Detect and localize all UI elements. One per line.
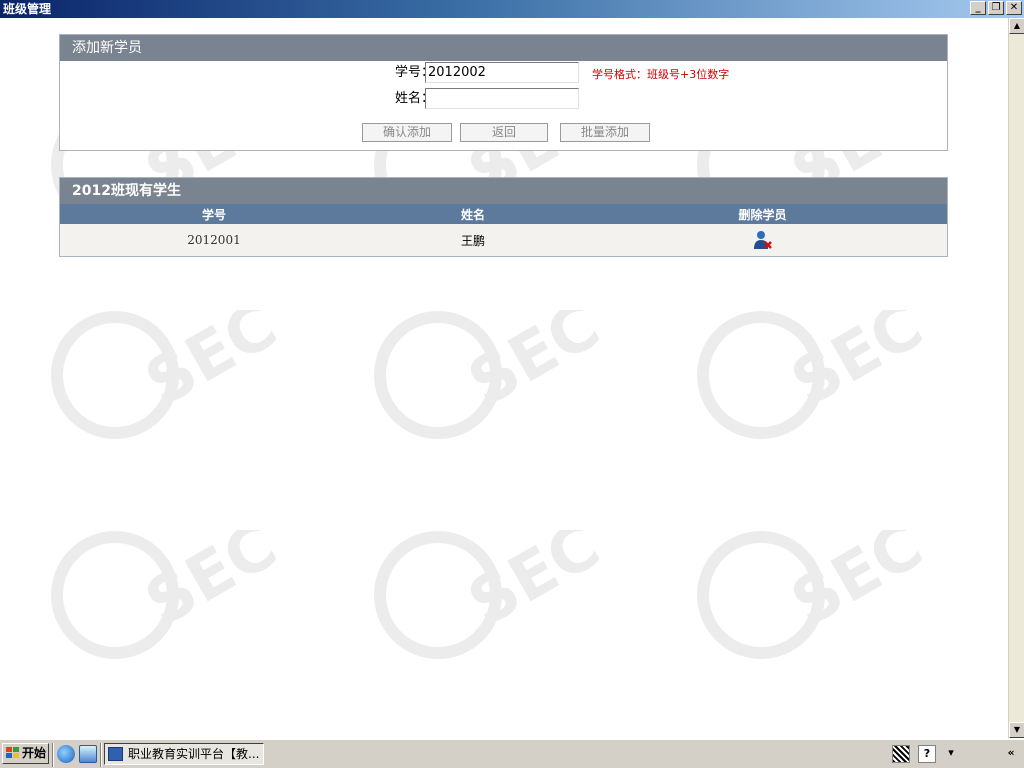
expand-tray-icon[interactable]: « bbox=[1002, 745, 1020, 763]
svg-text:SEC: SEC bbox=[134, 310, 280, 421]
delete-cell bbox=[578, 224, 947, 256]
confirm-add-button[interactable]: 确认添加 bbox=[362, 123, 452, 142]
taskbar-separator bbox=[52, 743, 54, 767]
internet-explorer-icon[interactable] bbox=[57, 745, 75, 763]
watermark-logo: SEC bbox=[374, 530, 603, 659]
windows-logo-icon bbox=[6, 747, 20, 760]
delete-user-icon[interactable] bbox=[753, 230, 773, 250]
column-header-student-id: 学号 bbox=[60, 204, 368, 224]
student-id-hint: 学号格式：班级号+3位数字 bbox=[592, 68, 730, 81]
taskbar-separator bbox=[100, 743, 102, 767]
taskbar-window-label: 职业教育实训平台【教... bbox=[128, 747, 260, 761]
show-desktop-icon[interactable] bbox=[79, 745, 97, 763]
svg-text:SEC: SEC bbox=[780, 530, 926, 641]
window-title: 班级管理 bbox=[3, 2, 52, 16]
scroll-up-button[interactable]: ▲ bbox=[1009, 18, 1024, 34]
student-table: 学号 姓名 删除学员 2012001 王鹏 bbox=[60, 204, 947, 256]
add-student-panel: 添加新学员 学号： 学号格式：班级号+3位数字 姓名： 确认添加 返回 批量添加 bbox=[59, 34, 948, 151]
scroll-down-button[interactable]: ▼ bbox=[1009, 722, 1024, 738]
watermark-logo: SEC bbox=[374, 310, 603, 439]
window-titlebar: 班级管理 _ ❐ ✕ bbox=[0, 0, 1024, 18]
svg-text:SEC: SEC bbox=[457, 530, 603, 641]
column-header-name: 姓名 bbox=[368, 204, 578, 224]
watermark-logo: SEC bbox=[51, 310, 280, 439]
back-button[interactable]: 返回 bbox=[460, 123, 548, 142]
taskbar: 开始 职业教育实训平台【教... ? ▾ « bbox=[0, 738, 1024, 768]
watermark-logo: SEC bbox=[697, 530, 926, 659]
svg-text:SEC: SEC bbox=[457, 310, 603, 421]
table-row: 2012001 王鹏 bbox=[60, 224, 947, 256]
svg-text:SEC: SEC bbox=[780, 310, 926, 421]
watermark-logo: SEC bbox=[697, 310, 926, 439]
student-list-panel: 2012班现有学生 学号 姓名 删除学员 2012001 王鹏 bbox=[59, 177, 948, 257]
student-id-cell: 2012001 bbox=[60, 224, 368, 256]
watermark-logo: SEC bbox=[51, 530, 280, 659]
close-button[interactable]: ✕ bbox=[1006, 1, 1022, 15]
window-app-icon bbox=[108, 747, 123, 761]
vertical-scrollbar[interactable]: ▲ ▼ bbox=[1008, 18, 1024, 738]
student-id-input[interactable] bbox=[425, 62, 579, 83]
help-icon[interactable]: ? bbox=[918, 745, 936, 763]
svg-text:SEC: SEC bbox=[134, 530, 280, 641]
page-content: SEC SEC SEC SEC SEC SEC SEC SEC SEC 添加新学… bbox=[0, 18, 1008, 738]
name-input[interactable] bbox=[425, 88, 579, 109]
student-list-title: 2012班现有学生 bbox=[60, 178, 947, 204]
student-name-cell: 王鹏 bbox=[368, 224, 578, 256]
restore-button[interactable]: ❐ bbox=[988, 1, 1004, 15]
start-button[interactable]: 开始 bbox=[2, 743, 49, 764]
table-header-row: 学号 姓名 删除学员 bbox=[60, 204, 947, 224]
add-student-panel-title: 添加新学员 bbox=[60, 35, 947, 61]
batch-add-button[interactable]: 批量添加 bbox=[560, 123, 650, 142]
taskbar-window-button[interactable]: 职业教育实训平台【教... bbox=[104, 743, 264, 765]
qr-code-icon[interactable] bbox=[892, 745, 910, 763]
start-label: 开始 bbox=[22, 746, 47, 760]
minimize-button[interactable]: _ bbox=[970, 1, 986, 15]
language-bar-icon[interactable]: ▾ bbox=[942, 745, 960, 763]
column-header-delete: 删除学员 bbox=[578, 204, 947, 224]
